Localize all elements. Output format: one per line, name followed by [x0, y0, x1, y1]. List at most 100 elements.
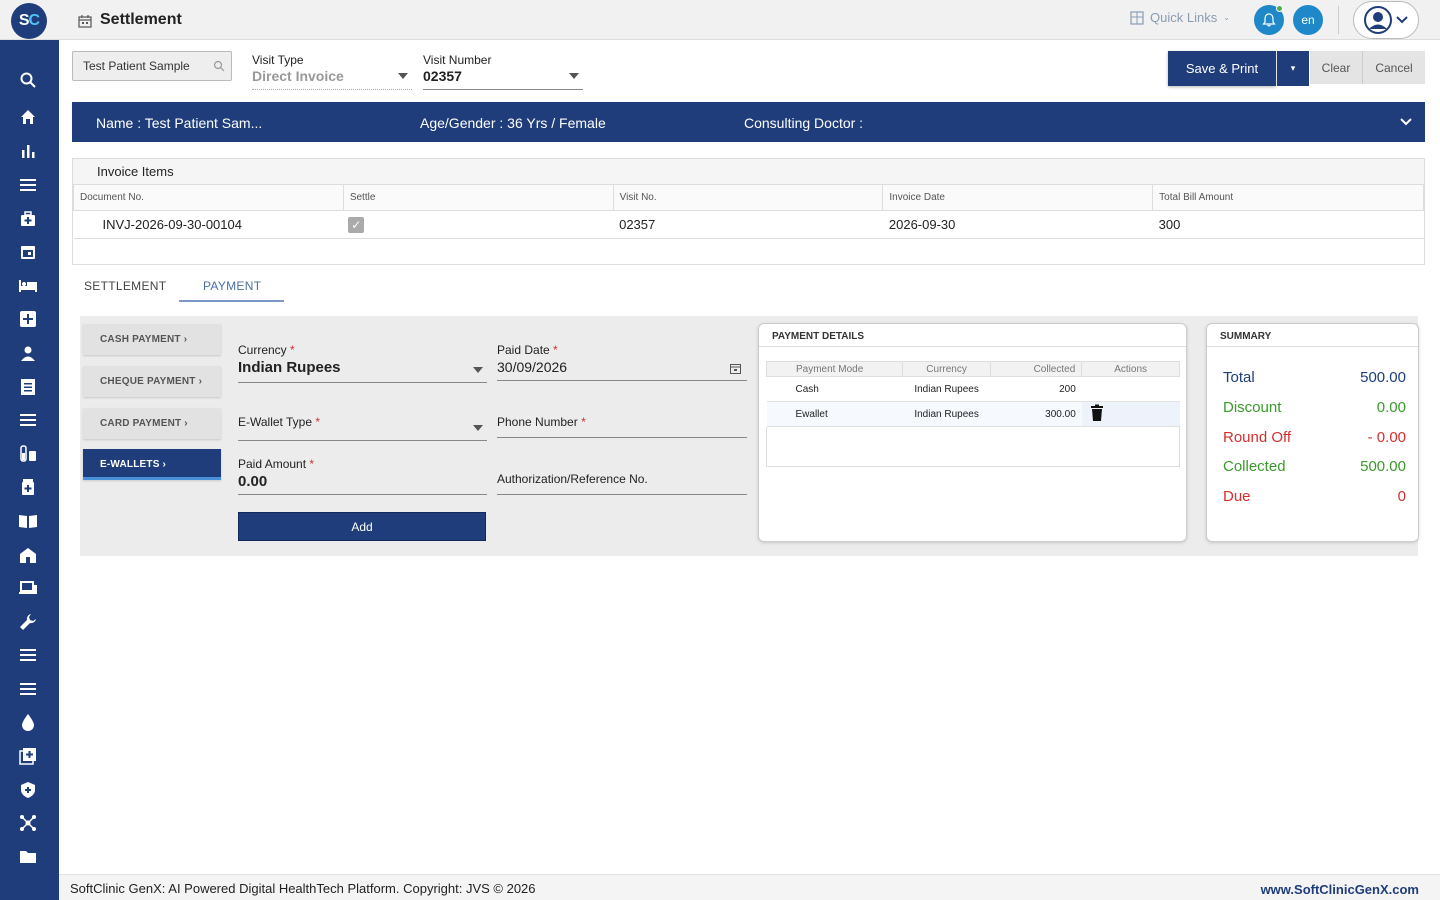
- column-header: Visit No.: [612, 184, 884, 211]
- tab-payment[interactable]: PAYMENT: [203, 279, 261, 302]
- bed-icon[interactable]: [17, 275, 39, 297]
- drop-icon[interactable]: [17, 711, 39, 733]
- cancel-button[interactable]: Cancel: [1362, 51, 1425, 84]
- calendar-icon[interactable]: [730, 363, 741, 374]
- menu-icon[interactable]: [17, 678, 39, 700]
- footer-website-link[interactable]: www.SoftClinicGenX.com: [1261, 882, 1419, 897]
- invoice-items-panel: Invoice Items Document No. Settle Visit …: [72, 158, 1425, 265]
- visit-type-value: Direct Invoice: [252, 68, 344, 84]
- wrench-icon[interactable]: [17, 611, 39, 633]
- settle-checkbox[interactable]: ✓: [348, 216, 365, 233]
- quick-links-label: Quick Links: [1150, 10, 1218, 25]
- currency-cell: Indian Rupees: [902, 376, 991, 402]
- paid-amount-field[interactable]: Paid Amount * 0.00: [238, 457, 487, 495]
- chevron-down-icon: ⌄: [1223, 13, 1230, 22]
- payment-details-card: PAYMENT DETAILS Payment Mode Currency Co…: [758, 323, 1187, 542]
- home-icon[interactable]: [17, 106, 39, 128]
- trash-icon[interactable]: [1090, 404, 1104, 422]
- shield-icon[interactable]: [17, 779, 39, 801]
- total-bill-cell: 300: [1152, 210, 1424, 239]
- book-icon[interactable]: [17, 510, 39, 532]
- visit-type-label: Visit Type: [252, 53, 304, 67]
- tab-settlement[interactable]: SETTLEMENT: [84, 279, 166, 302]
- column-header: Total Bill Amount: [1152, 184, 1424, 211]
- cheque-payment-button[interactable]: CHEQUE PAYMENT ›: [83, 366, 221, 397]
- invoice-date-cell: 2026-09-30: [882, 210, 1153, 239]
- e-wallet-type-label: E-Wallet Type: [238, 415, 313, 429]
- save-print-button[interactable]: Save & Print: [1168, 51, 1276, 86]
- page-title: Settlement: [100, 11, 182, 28]
- visit-number-label: Visit Number: [423, 53, 492, 67]
- search-icon[interactable]: [17, 69, 39, 91]
- devices-icon[interactable]: [17, 577, 39, 599]
- lab-icon[interactable]: [17, 443, 39, 465]
- save-options-button[interactable]: ▾: [1277, 51, 1309, 86]
- summary-label: Collected: [1223, 458, 1286, 475]
- required-mark: *: [581, 415, 586, 429]
- quick-links-menu[interactable]: Quick Links ⌄: [1130, 10, 1230, 25]
- collected-cell: 300.00: [990, 401, 1082, 427]
- column-header: Currency: [901, 361, 992, 377]
- dropdown-arrow-icon: [473, 367, 483, 373]
- chevron-down-icon[interactable]: [1399, 114, 1413, 128]
- visit-number-select[interactable]: Visit Number 02357: [423, 53, 583, 90]
- summary-value: 500.00: [1360, 369, 1406, 386]
- payment-mode-cell: Cash: [766, 376, 903, 402]
- e-wallet-type-select[interactable]: E-Wallet Type *: [238, 415, 487, 441]
- summary-value: 0: [1397, 488, 1406, 505]
- user-menu-button[interactable]: [1353, 1, 1419, 39]
- add-payment-button[interactable]: Add: [238, 512, 486, 541]
- summary-label: Round Off: [1223, 429, 1292, 446]
- visit-type-select[interactable]: Visit Type Direct Invoice: [252, 53, 412, 90]
- required-mark: *: [290, 343, 295, 357]
- settlement-page-icon: [78, 15, 92, 28]
- summary-round-off-row: Round Off - 0.00: [1223, 429, 1406, 446]
- bar-chart-icon[interactable]: [17, 140, 39, 162]
- required-mark: *: [309, 457, 315, 471]
- calendar-icon[interactable]: [17, 241, 39, 263]
- pharmacy-icon[interactable]: [17, 476, 39, 498]
- search-icon[interactable]: [213, 60, 225, 72]
- network-icon[interactable]: [17, 812, 39, 834]
- patient-search-input[interactable]: Test Patient Sample: [72, 51, 232, 81]
- divider: [1338, 6, 1339, 34]
- paid-amount-label: Paid Amount: [238, 457, 307, 471]
- avatar-icon: [1364, 6, 1392, 34]
- plus-box-icon[interactable]: [17, 308, 39, 330]
- currency-value: Indian Rupees: [238, 359, 341, 376]
- clear-button[interactable]: Clear: [1310, 51, 1362, 84]
- menu-icon[interactable]: [17, 644, 39, 666]
- app-logo[interactable]: SC: [11, 3, 47, 39]
- consulting-doctor: Consulting Doctor :: [744, 115, 864, 131]
- hospital-icon[interactable]: [17, 544, 39, 566]
- footer: SoftClinic GenX: AI Powered Digital Heal…: [59, 874, 1440, 900]
- notification-dot: [1276, 5, 1283, 12]
- table-row: Cash Indian Rupees 200: [766, 376, 1180, 402]
- receipt-icon[interactable]: [17, 376, 39, 398]
- add-copy-icon[interactable]: [17, 745, 39, 767]
- paid-date-value: 30/09/2026: [497, 359, 568, 375]
- authorization-reference-field[interactable]: Authorization/Reference No.: [497, 472, 747, 495]
- folder-icon[interactable]: [17, 846, 39, 868]
- patient-age-gender: Age/Gender : 36 Yrs / Female: [420, 115, 606, 131]
- payment-mode-cell: Ewallet: [766, 401, 903, 427]
- chevron-down-icon: [1396, 16, 1408, 24]
- paid-date-field[interactable]: Paid Date * 30/09/2026: [497, 343, 747, 381]
- person-icon[interactable]: [17, 342, 39, 364]
- cash-payment-button[interactable]: CASH PAYMENT ›: [83, 324, 221, 355]
- card-payment-button[interactable]: CARD PAYMENT ›: [83, 408, 221, 439]
- patient-search-value: Test Patient Sample: [83, 59, 190, 73]
- medical-bag-icon[interactable]: [17, 208, 39, 230]
- active-tab-indicator: [179, 300, 284, 302]
- list-icon[interactable]: [17, 409, 39, 431]
- summary-value: 500.00: [1360, 458, 1406, 475]
- menu-icon[interactable]: [17, 174, 39, 196]
- currency-select[interactable]: Currency * Indian Rupees: [238, 343, 487, 383]
- collected-cell: 200: [990, 376, 1082, 402]
- e-wallets-button[interactable]: E-WALLETS ›: [83, 449, 221, 480]
- payment-details-empty-area: [766, 427, 1180, 467]
- table-row: INVJ-2026-09-30-00104 ✓ 02357 2026-09-30…: [73, 210, 1424, 239]
- language-button[interactable]: en: [1293, 5, 1323, 35]
- dropdown-arrow-icon: [473, 425, 483, 431]
- phone-number-field[interactable]: Phone Number *: [497, 415, 747, 438]
